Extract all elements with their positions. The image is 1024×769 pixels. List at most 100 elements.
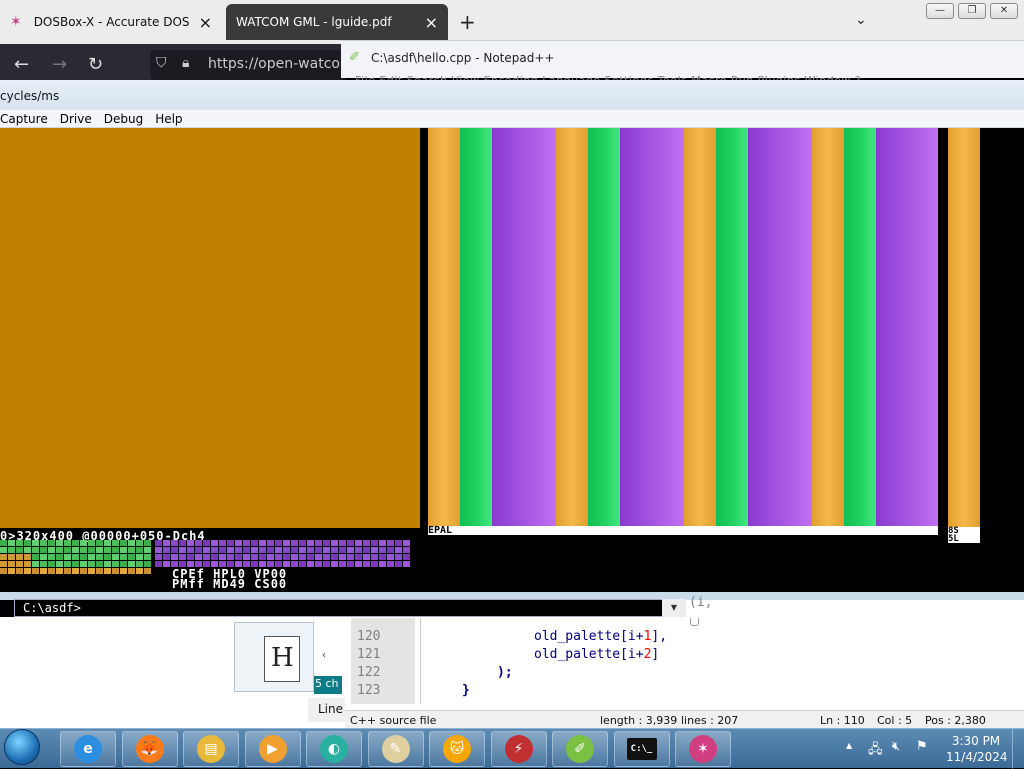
back-arrow-icon[interactable]: ← (14, 54, 29, 75)
palette-cell (24, 561, 31, 567)
palette-cell (171, 540, 178, 546)
palette-cell (155, 554, 162, 560)
restore-button[interactable]: ❐ (958, 3, 986, 19)
tab-watcom-gml[interactable]: WATCOM GML - lguide.pdf × (226, 4, 448, 40)
palette-cell (163, 561, 170, 567)
scroll-down-icon[interactable]: ▼ (662, 599, 686, 617)
volume-muted-icon[interactable]: 🔇︎ (892, 739, 900, 754)
palette-cell (339, 540, 346, 546)
dosbox-icon: ✶ (689, 735, 717, 763)
forward-arrow-icon[interactable]: → (52, 54, 67, 75)
palette-cell (88, 561, 95, 567)
chat-app-taskbar-button[interactable]: ◐ (306, 731, 362, 767)
taskbar: ▲ 🖧 🔇︎ ⚑ 3:30 PM 11/4/2024 e 🦊 ▤ ▶ ◐ ✎ 🐱 ⚡ ✐ C:\_… (0, 728, 1024, 769)
palette-cell (128, 540, 135, 546)
media-player-icon: ▶ (258, 735, 287, 763)
palette-cell (211, 547, 218, 553)
dos-emulation-screen[interactable]: 0>320x400 @00000+050-Dch4 EPAL 8S 5L CPE… (0, 128, 1024, 592)
notepadpp-icon: ✐ (566, 735, 594, 763)
code-line-121: old_palette[i+2] (534, 647, 659, 662)
palette-cell (136, 561, 143, 567)
palette-cell (48, 554, 55, 560)
scroll-left-icon[interactable]: ‹ (322, 650, 326, 661)
media-player-taskbar-button[interactable]: ▶ (244, 731, 301, 767)
url-bar[interactable]: ⛉ 🔒︎ https://open-watcom (150, 50, 345, 80)
palette-cell (379, 547, 386, 553)
scratch-taskbar-button[interactable]: 🐱 (429, 731, 485, 767)
shield-icon[interactable]: ⛉ (156, 55, 167, 71)
palette-cell (112, 547, 119, 553)
palette-cell (112, 561, 119, 567)
palette-cell (24, 547, 31, 553)
winamp-taskbar-button[interactable]: ⚡ (490, 731, 547, 767)
palette-cell (235, 547, 242, 553)
palette-cell (24, 554, 31, 560)
palette-cell (275, 554, 282, 560)
palette-cell (80, 561, 87, 567)
tab-dosbox[interactable]: ✶ DOSBox-X - Accurate DOS emu × (0, 4, 222, 40)
palette-cell (195, 540, 202, 546)
notepadpp-taskbar-button[interactable]: ✐ (552, 731, 608, 767)
new-tab-button[interactable]: + (459, 10, 476, 34)
menu-drive[interactable]: Drive (56, 110, 100, 127)
clock[interactable]: 3:30 PM 11/4/2024 (946, 733, 1008, 765)
network-icon[interactable]: 🖧 (868, 740, 883, 762)
palette-cell (56, 547, 63, 553)
dos-prompt-bar[interactable]: C:\asdf> (14, 599, 686, 617)
palette-cell (339, 561, 346, 567)
palette-cell (379, 540, 386, 546)
reload-icon[interactable]: ↻ (88, 54, 103, 75)
palette-cell (8, 568, 15, 574)
show-desktop-button[interactable] (1012, 729, 1024, 769)
palette-cell (363, 540, 370, 546)
close-tab-icon[interactable]: × (425, 13, 438, 32)
lock-icon[interactable]: 🔒︎ (182, 55, 189, 71)
menu-capture[interactable]: Capture (0, 110, 56, 127)
palette-cell (104, 554, 111, 560)
close-tab-icon[interactable]: × (199, 13, 212, 32)
file-icon[interactable]: H (264, 636, 300, 682)
dosbox-taskbar-button[interactable]: ✶ (675, 731, 731, 767)
folder-taskbar-button[interactable]: ▤ (183, 731, 239, 767)
show-hidden-icons[interactable]: ▲ (846, 741, 852, 750)
paint-taskbar-button[interactable]: ✎ (367, 731, 424, 767)
palette-cell (379, 561, 386, 567)
palette-cell (128, 547, 135, 553)
palette-cell (227, 540, 234, 546)
code-line-fragment (690, 618, 699, 626)
palette-cell (120, 540, 127, 546)
palette-cell (227, 554, 234, 560)
palette-stripe (812, 128, 844, 528)
start-button[interactable] (4, 729, 48, 769)
notepadpp-title-bar[interactable]: ✐ C:\asdf\hello.cpp - Notepad++ (341, 40, 1024, 78)
palette-cell (283, 547, 290, 553)
palette-stripe (492, 128, 556, 528)
tab-list-chevron-icon[interactable]: ⌄ (855, 12, 867, 28)
palette-cell (144, 540, 151, 546)
ie-taskbar-button[interactable]: e (60, 731, 116, 767)
cmd-taskbar-button[interactable]: C:\_ (613, 731, 670, 767)
line-number: 122 (357, 665, 381, 680)
menu-help[interactable]: Help (151, 110, 190, 127)
firefox-taskbar-button[interactable]: 🦊 (121, 731, 178, 767)
palette-cell (120, 561, 127, 567)
minimize-button[interactable]: — (926, 3, 954, 19)
palette-cell (104, 561, 111, 567)
palette-cell (80, 540, 87, 546)
palette-cell (40, 561, 47, 567)
palette-cell (163, 547, 170, 553)
palette-cell (395, 547, 402, 553)
palette-cell (299, 540, 306, 546)
palette-cell (64, 561, 71, 567)
dosbox-title-bar[interactable]: cycles/ms ➤ (0, 80, 1024, 125)
file-letter: H (271, 643, 294, 673)
close-window-button[interactable]: ✕ (990, 3, 1018, 19)
palette-cell (112, 554, 119, 560)
fold-margin (417, 618, 421, 704)
palette-cell (195, 547, 202, 553)
action-center-flag-icon[interactable]: ⚑ (916, 739, 928, 754)
palette-cell (16, 561, 23, 567)
palette-cell (179, 540, 186, 546)
menu-debug[interactable]: Debug (100, 110, 151, 127)
firefox-icon: 🦊 (135, 735, 164, 763)
